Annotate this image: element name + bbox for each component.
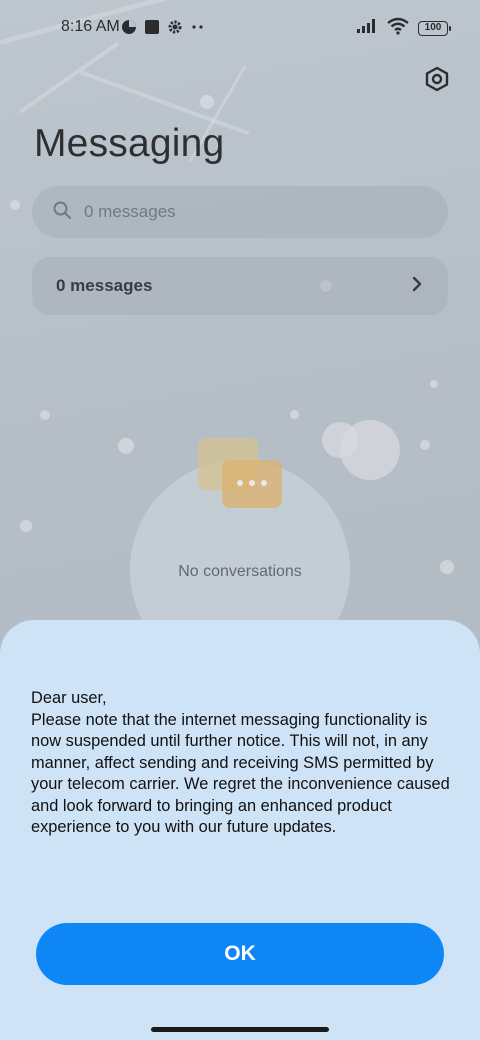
dialog-message: Dear user, Please note that the internet… [31, 689, 450, 836]
home-indicator[interactable] [151, 1027, 329, 1032]
ok-button[interactable]: OK [36, 923, 444, 985]
